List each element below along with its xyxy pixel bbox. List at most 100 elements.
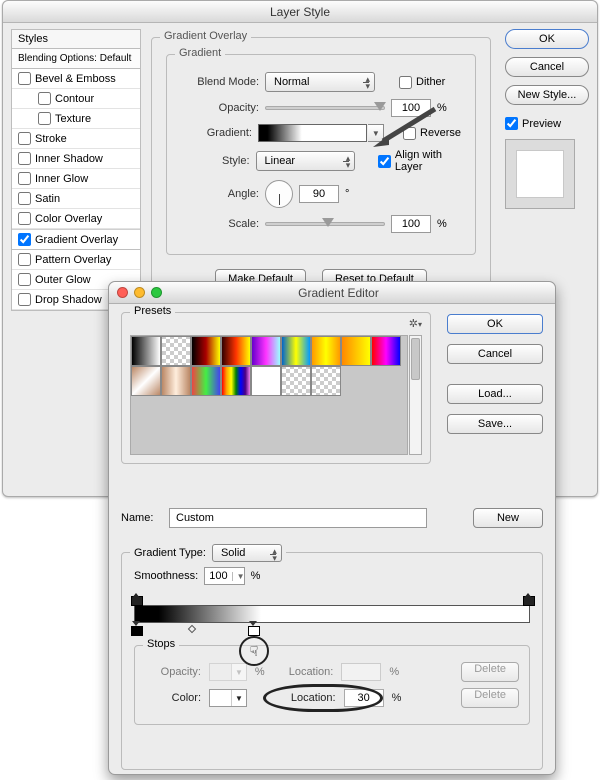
stop-color-well[interactable]: ▼ — [209, 689, 247, 707]
stop-color-location-label: Location: — [291, 692, 336, 704]
preset-swatch[interactable] — [341, 336, 371, 366]
scale-input[interactable] — [391, 215, 431, 233]
opacity-slider[interactable] — [265, 106, 385, 110]
preset-swatch[interactable] — [221, 336, 251, 366]
color-stop-black[interactable] — [131, 623, 141, 635]
reverse-checkbox-wrap[interactable]: Reverse — [403, 127, 461, 140]
texture-label: Texture — [55, 113, 91, 125]
preview-checkbox[interactable] — [505, 117, 518, 130]
preset-swatch[interactable] — [191, 366, 221, 396]
pattern-overlay-checkbox[interactable] — [18, 253, 31, 266]
ok-button[interactable]: OK — [505, 29, 589, 49]
align-checkbox-wrap[interactable]: Align with Layer — [378, 149, 461, 173]
stop-opacity-input: ▼ — [209, 663, 247, 681]
gradient-overlay-checkbox[interactable] — [18, 233, 31, 246]
outer-glow-checkbox[interactable] — [18, 273, 31, 286]
gradient-swatch-dropdown-icon[interactable]: ▼ — [368, 124, 384, 142]
presets-scrollbar[interactable] — [409, 335, 422, 455]
style-item-inner-glow[interactable]: Inner Glow — [12, 169, 140, 189]
preset-swatch[interactable] — [161, 366, 191, 396]
preset-swatch[interactable] — [251, 336, 281, 366]
style-item-contour[interactable]: Contour — [12, 89, 140, 109]
style-item-stroke[interactable]: Stroke — [12, 129, 140, 149]
name-row: Name: New — [121, 508, 543, 528]
dither-checkbox-wrap[interactable]: Dither — [399, 76, 445, 89]
styles-list: Bevel & Emboss Contour Texture Stroke In… — [11, 69, 141, 311]
ge-save-button[interactable]: Save... — [447, 414, 543, 434]
gradient-editor-titlebar[interactable]: Gradient Editor — [109, 282, 555, 304]
align-checkbox[interactable] — [378, 155, 391, 168]
style-item-pattern-overlay[interactable]: Pattern Overlay — [12, 250, 140, 270]
presets-gear-icon[interactable]: ✲▾ — [409, 317, 422, 330]
ge-cancel-button[interactable]: Cancel — [447, 344, 543, 364]
dither-checkbox[interactable] — [399, 76, 412, 89]
angle-dial[interactable] — [265, 180, 293, 208]
new-gradient-button[interactable]: New — [473, 508, 543, 528]
layer-style-titlebar[interactable]: Layer Style — [3, 1, 597, 23]
inner-glow-checkbox[interactable] — [18, 172, 31, 185]
gradient-editor-window: Gradient Editor Presets ✲▾ OK Cancel Loa… — [108, 281, 556, 775]
name-input[interactable] — [169, 508, 427, 528]
style-item-texture[interactable]: Texture — [12, 109, 140, 129]
midpoint-diamond[interactable] — [188, 625, 196, 633]
preset-swatch[interactable] — [161, 336, 191, 366]
styles-header[interactable]: Styles — [11, 29, 141, 49]
dither-label: Dither — [416, 76, 445, 88]
satin-label: Satin — [35, 193, 60, 205]
new-style-button[interactable]: New Style... — [505, 85, 589, 105]
preset-swatch[interactable] — [281, 336, 311, 366]
gradient-bar[interactable] — [134, 595, 530, 631]
cancel-button[interactable]: Cancel — [505, 57, 589, 77]
ge-ok-button[interactable]: OK — [447, 314, 543, 334]
gradient-swatch[interactable]: ▼ — [258, 124, 367, 142]
style-item-satin[interactable]: Satin — [12, 189, 140, 209]
color-overlay-checkbox[interactable] — [18, 212, 31, 225]
style-item-color-overlay[interactable]: Color Overlay — [12, 209, 140, 229]
color-stop-white[interactable] — [248, 623, 258, 635]
reverse-checkbox[interactable] — [403, 127, 416, 140]
preset-swatch[interactable] — [281, 366, 311, 396]
inner-shadow-checkbox[interactable] — [18, 152, 31, 165]
style-item-inner-shadow[interactable]: Inner Shadow — [12, 149, 140, 169]
blending-options-row[interactable]: Blending Options: Default — [11, 49, 141, 69]
stop-color-location-input[interactable] — [344, 689, 384, 707]
style-value: Linear — [265, 155, 296, 167]
opacity-label: Opacity: — [181, 102, 259, 114]
stops-label: Stops — [143, 638, 179, 650]
angle-input[interactable] — [299, 185, 339, 203]
opacity-stop-right[interactable] — [523, 593, 533, 604]
pattern-overlay-label: Pattern Overlay — [35, 254, 111, 266]
preset-swatch[interactable] — [371, 336, 401, 366]
ge-load-button[interactable]: Load... — [447, 384, 543, 404]
style-dropdown[interactable]: Linear▴▾ — [256, 151, 356, 171]
gradient-editor-buttons: OK Cancel Load... Save... — [447, 314, 543, 444]
smoothness-input[interactable]: 100▼ — [204, 567, 244, 585]
preset-swatch[interactable] — [311, 366, 341, 396]
stroke-label: Stroke — [35, 133, 67, 145]
gradient-settings: Gradient Type: Solid▴▾ Smoothness: 100▼ … — [121, 544, 543, 770]
opacity-stop-left[interactable] — [131, 593, 141, 604]
gradient-type-dropdown[interactable]: Solid▴▾ — [212, 544, 282, 562]
scale-slider[interactable] — [265, 222, 385, 226]
gradient-label: Gradient: — [181, 127, 252, 139]
opacity-input[interactable] — [391, 99, 431, 117]
contour-checkbox[interactable] — [38, 92, 51, 105]
preset-swatch[interactable] — [191, 336, 221, 366]
bevel-checkbox[interactable] — [18, 72, 31, 85]
blend-mode-dropdown[interactable]: Normal▴▾ — [265, 72, 375, 92]
smoothness-pct: % — [251, 570, 261, 582]
preset-swatch[interactable] — [131, 336, 161, 366]
preset-swatch[interactable] — [311, 336, 341, 366]
preset-swatch[interactable] — [251, 366, 281, 396]
style-item-gradient-overlay[interactable]: Gradient Overlay — [12, 229, 140, 250]
texture-checkbox[interactable] — [38, 112, 51, 125]
preset-swatch[interactable] — [221, 366, 251, 396]
preset-swatch[interactable] — [131, 366, 161, 396]
style-item-bevel[interactable]: Bevel & Emboss — [12, 69, 140, 89]
drop-shadow-checkbox[interactable] — [18, 293, 31, 306]
stroke-checkbox[interactable] — [18, 132, 31, 145]
stop-color-delete-button[interactable]: Delete — [461, 688, 519, 708]
preset-swatches — [130, 335, 408, 455]
preview-checkbox-wrap[interactable]: Preview — [505, 117, 561, 130]
satin-checkbox[interactable] — [18, 192, 31, 205]
